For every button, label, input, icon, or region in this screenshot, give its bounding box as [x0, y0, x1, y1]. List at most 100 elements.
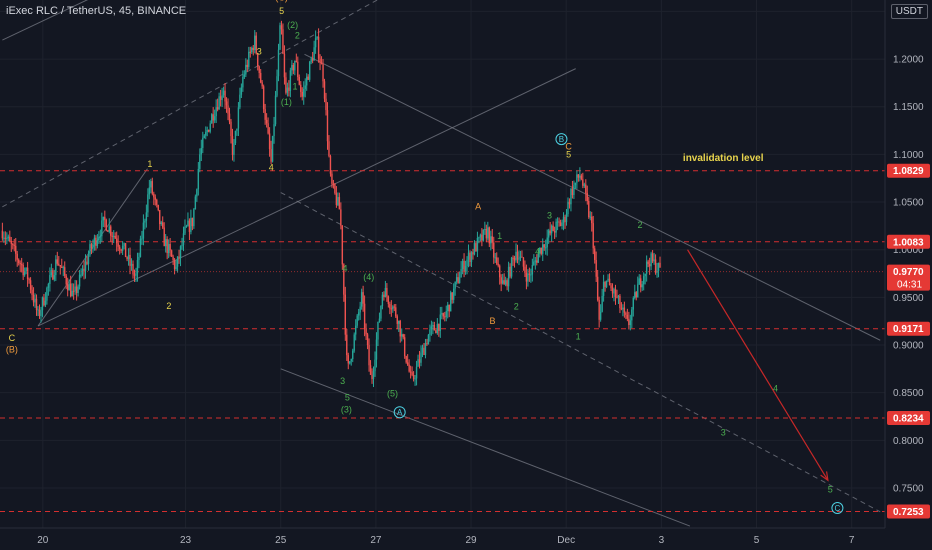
candle — [206, 126, 208, 137]
candle — [40, 306, 42, 323]
candle-body — [496, 257, 498, 264]
candle-body — [604, 281, 606, 287]
candle-body — [595, 259, 597, 277]
candle — [62, 265, 64, 277]
candle-body — [43, 297, 45, 306]
candle-body — [129, 254, 131, 266]
candle-body — [585, 184, 587, 194]
candle-body — [378, 318, 381, 323]
candle — [52, 268, 54, 281]
candle — [414, 374, 416, 386]
candle — [522, 257, 525, 271]
candle-body — [139, 238, 142, 257]
candle-body — [121, 245, 124, 251]
candle — [326, 102, 329, 150]
candle-body — [329, 156, 332, 174]
candle-body — [588, 201, 590, 218]
price-chart[interactable]: invalidation level(C)53412C(B)(2)21(1)4(… — [0, 0, 932, 550]
candle — [114, 232, 116, 240]
candle-body — [455, 277, 458, 282]
candle-body — [169, 244, 171, 251]
candle — [124, 243, 127, 258]
candle — [15, 237, 17, 262]
candle-body — [432, 325, 434, 327]
candle-body — [308, 61, 311, 80]
candle — [482, 229, 485, 242]
candle-body — [10, 240, 12, 245]
candle — [571, 180, 574, 199]
candle-body — [3, 237, 5, 239]
candle-body — [22, 264, 24, 276]
candle-body — [363, 303, 366, 329]
candle-body — [528, 273, 531, 275]
candle — [163, 222, 165, 247]
candle — [41, 296, 44, 318]
candle-body — [616, 296, 618, 298]
level-badge-label: 0.7253 — [893, 507, 924, 518]
wave-label: 1 — [576, 331, 581, 341]
candle — [506, 278, 508, 291]
currency-badge[interactable]: USDT — [890, 4, 928, 19]
candle — [524, 260, 526, 278]
candle — [19, 260, 21, 273]
candle — [344, 286, 347, 341]
candle — [267, 117, 269, 135]
candle-body — [310, 58, 312, 62]
candle-body — [282, 29, 284, 54]
candle-body — [622, 307, 624, 310]
candle — [150, 178, 152, 194]
candle-body — [632, 297, 634, 310]
candle — [117, 235, 119, 252]
candle — [167, 239, 170, 259]
candle — [513, 255, 516, 268]
candle — [432, 321, 434, 335]
candle — [611, 283, 614, 298]
candle — [545, 239, 547, 255]
candle — [246, 59, 249, 72]
candle-body — [402, 334, 404, 338]
candle — [159, 209, 161, 230]
candle — [648, 257, 651, 275]
candle — [444, 311, 446, 322]
candle — [494, 253, 496, 263]
candle-body — [564, 216, 566, 223]
candle — [243, 70, 246, 79]
candle-body — [181, 244, 183, 247]
candle — [215, 99, 217, 124]
candle — [295, 53, 298, 63]
candle-body — [242, 76, 244, 88]
candle-body — [31, 289, 33, 295]
candle-body — [240, 87, 243, 95]
candle-body — [405, 356, 407, 363]
candle-body — [77, 286, 79, 294]
candle — [552, 221, 554, 232]
candle — [448, 304, 450, 318]
candle — [561, 219, 563, 230]
candle — [78, 269, 81, 290]
candle — [546, 229, 548, 256]
candle-body — [301, 91, 303, 97]
candle-body — [577, 174, 580, 178]
candle-body — [522, 257, 525, 267]
candle — [319, 54, 321, 71]
candle-body — [130, 263, 133, 266]
candle-body — [433, 325, 436, 331]
candle-body — [602, 281, 605, 296]
candle — [188, 218, 191, 241]
candle-body — [466, 259, 468, 267]
candle — [441, 306, 443, 320]
candle — [50, 263, 53, 278]
candle-body — [167, 244, 170, 254]
candle-body — [403, 337, 406, 357]
candle-body — [135, 273, 137, 276]
wave-label: 1 — [147, 159, 152, 169]
wave-label: invalidation level — [683, 153, 764, 164]
candle — [607, 274, 609, 282]
candle — [386, 283, 388, 302]
candle — [274, 90, 277, 127]
candle — [439, 306, 442, 338]
candle-body — [276, 76, 278, 96]
candle — [320, 56, 323, 65]
candle-body — [558, 221, 560, 223]
candle — [374, 351, 376, 377]
